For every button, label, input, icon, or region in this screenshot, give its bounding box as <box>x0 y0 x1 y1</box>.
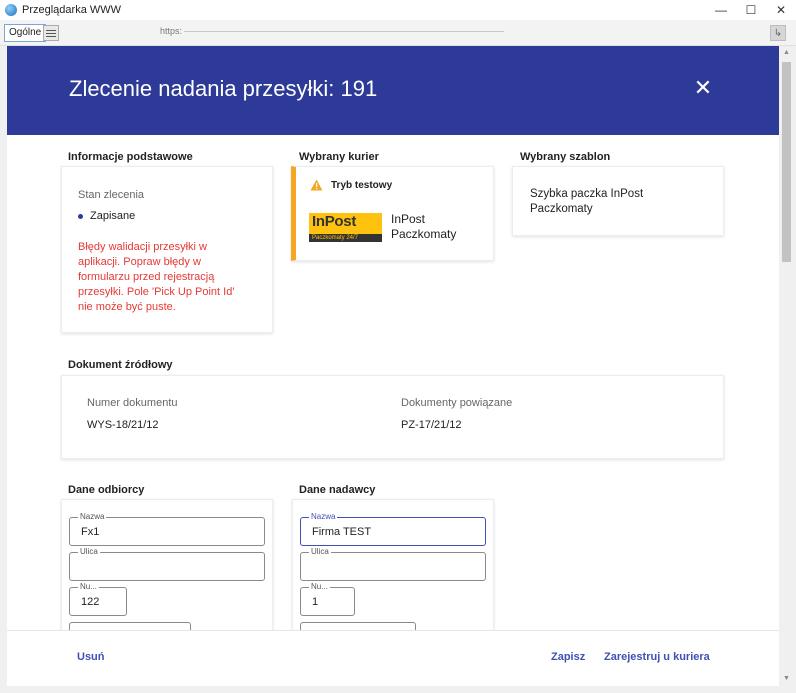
vertical-scrollbar[interactable]: ▲ ▼ <box>779 46 794 686</box>
template-name-line: Paczkomaty <box>530 203 593 215</box>
error-line: aplikacji. Popraw błędy w <box>78 256 201 268</box>
status-dot-icon <box>78 213 83 219</box>
courier-title: Wybrany kurier <box>299 151 379 163</box>
basic-info-title: Informacje podstawowe <box>68 151 193 163</box>
recipient-number-field[interactable]: Nu... 122 <box>69 582 127 616</box>
sender-street-field[interactable]: Ulica <box>300 547 486 581</box>
recipient-name-label: Nazwa <box>78 512 107 522</box>
recipient-name-field[interactable]: Nazwa Fx1 <box>69 512 265 546</box>
url-redacted <box>184 31 505 33</box>
sender-number-value: 1 <box>312 596 319 608</box>
status-label: Stan zlecenia <box>78 189 145 201</box>
test-mode-label: Tryb testowy <box>331 179 393 191</box>
validation-error: Błędy walidacji przesyłki w aplikacji. P… <box>78 240 268 315</box>
logo-subtext: Paczkomaty 24/7 <box>309 234 382 242</box>
recipient-name-value: Fx1 <box>81 526 100 538</box>
error-line: Błędy walidacji przesyłki w <box>78 241 207 253</box>
test-mode-row: Tryb testowy <box>310 179 392 191</box>
courier-name-line: Paczkomaty <box>391 227 457 241</box>
template-name-line: Szybka paczka InPost <box>530 188 644 200</box>
sender-number-label: Nu... <box>309 582 330 592</box>
status-value: Zapisane <box>78 210 135 222</box>
dialog-close-icon[interactable]: ✕ <box>691 76 715 100</box>
basic-info-card: Stan zlecenia Zapisane Błędy walidacji p… <box>61 166 273 333</box>
logo-text: InPost <box>312 213 357 230</box>
error-line: formularzu przed rejestracją <box>78 271 215 283</box>
window-titlebar: Przeglądarka WWW — ☐ ✕ <box>0 0 796 20</box>
page-viewport: Zlecenie nadania przesyłki: 191 ✕ Inform… <box>7 46 779 686</box>
sender-name-field[interactable]: Nazwa Firma TEST <box>300 512 486 546</box>
status-text: Zapisane <box>90 210 136 222</box>
template-card: Szybka paczka InPost Paczkomaty <box>512 166 724 236</box>
url-prefix: https: <box>160 26 183 36</box>
doc-number-value: WYS-18/21/12 <box>87 419 159 431</box>
list-view-icon[interactable] <box>43 25 59 41</box>
inpost-logo: InPost Paczkomaty 24/7 <box>309 213 382 242</box>
tab-general[interactable]: Ogólne <box>4 24 47 42</box>
courier-name: InPost Paczkomaty <box>391 212 456 242</box>
register-courier-button[interactable]: Zarejestruj u kuriera <box>604 651 710 663</box>
doc-number-label: Numer dokumentu <box>87 397 178 409</box>
related-docs-label: Dokumenty powiązane <box>401 397 513 409</box>
source-document-card: Numer dokumentu WYS-18/21/12 Dokumenty p… <box>61 375 724 459</box>
sender-card: Nazwa Firma TEST Ulica Nu... 1 <box>292 499 494 651</box>
warning-icon <box>310 179 323 191</box>
maximize-button[interactable]: ☐ <box>736 0 766 20</box>
dialog-footer: Usuń Zapisz Zarejestruj u kuriera <box>7 630 779 686</box>
recipient-card: Nazwa Fx1 Ulica Nu... 122 <box>61 499 273 651</box>
sender-number-field[interactable]: Nu... 1 <box>300 582 355 616</box>
url-field[interactable]: https: <box>160 26 515 40</box>
error-line: przesyłki. Pole 'Pick Up Point Id' <box>78 286 235 298</box>
minimize-button[interactable]: — <box>706 0 736 20</box>
courier-name-line: InPost <box>391 212 426 226</box>
error-line: nie może być puste. <box>78 301 176 313</box>
recipient-number-label: Nu... <box>78 582 99 592</box>
page-title: Zlecenie nadania przesyłki: 191 <box>69 76 378 101</box>
recipient-number-value: 122 <box>81 596 100 608</box>
template-name: Szybka paczka InPost Paczkomaty <box>530 187 643 217</box>
window-controls: — ☐ ✕ <box>706 0 796 20</box>
scroll-down-icon[interactable]: ▼ <box>782 675 791 683</box>
scroll-up-icon[interactable]: ▲ <box>782 49 791 57</box>
navigate-arrow-icon[interactable]: ↳ <box>770 25 786 41</box>
delete-button[interactable]: Usuń <box>77 651 105 663</box>
browser-toolbar: Ogólne https: ↳ <box>0 20 796 46</box>
sender-name-value: Firma TEST <box>312 526 372 538</box>
window-title: Przeglądarka WWW <box>22 4 122 16</box>
recipient-street-field[interactable]: Ulica <box>69 547 265 581</box>
recipient-street-label: Ulica <box>78 547 100 557</box>
window-close-button[interactable]: ✕ <box>766 0 796 20</box>
sender-title: Dane nadawcy <box>299 484 376 496</box>
browser-app-icon <box>5 4 17 16</box>
sender-name-label: Nazwa <box>309 512 338 522</box>
scrollbar-thumb[interactable] <box>782 62 791 262</box>
recipient-title: Dane odbiorcy <box>68 484 145 496</box>
source-document-title: Dokument źródłowy <box>68 359 173 371</box>
courier-card: Tryb testowy InPost Paczkomaty 24/7 InPo… <box>291 166 494 261</box>
sender-street-label: Ulica <box>309 547 331 557</box>
related-docs-value: PZ-17/21/12 <box>401 419 462 431</box>
dialog-header: Zlecenie nadania przesyłki: 191 ✕ <box>7 46 779 135</box>
save-button[interactable]: Zapisz <box>551 651 585 663</box>
template-title: Wybrany szablon <box>520 151 611 163</box>
